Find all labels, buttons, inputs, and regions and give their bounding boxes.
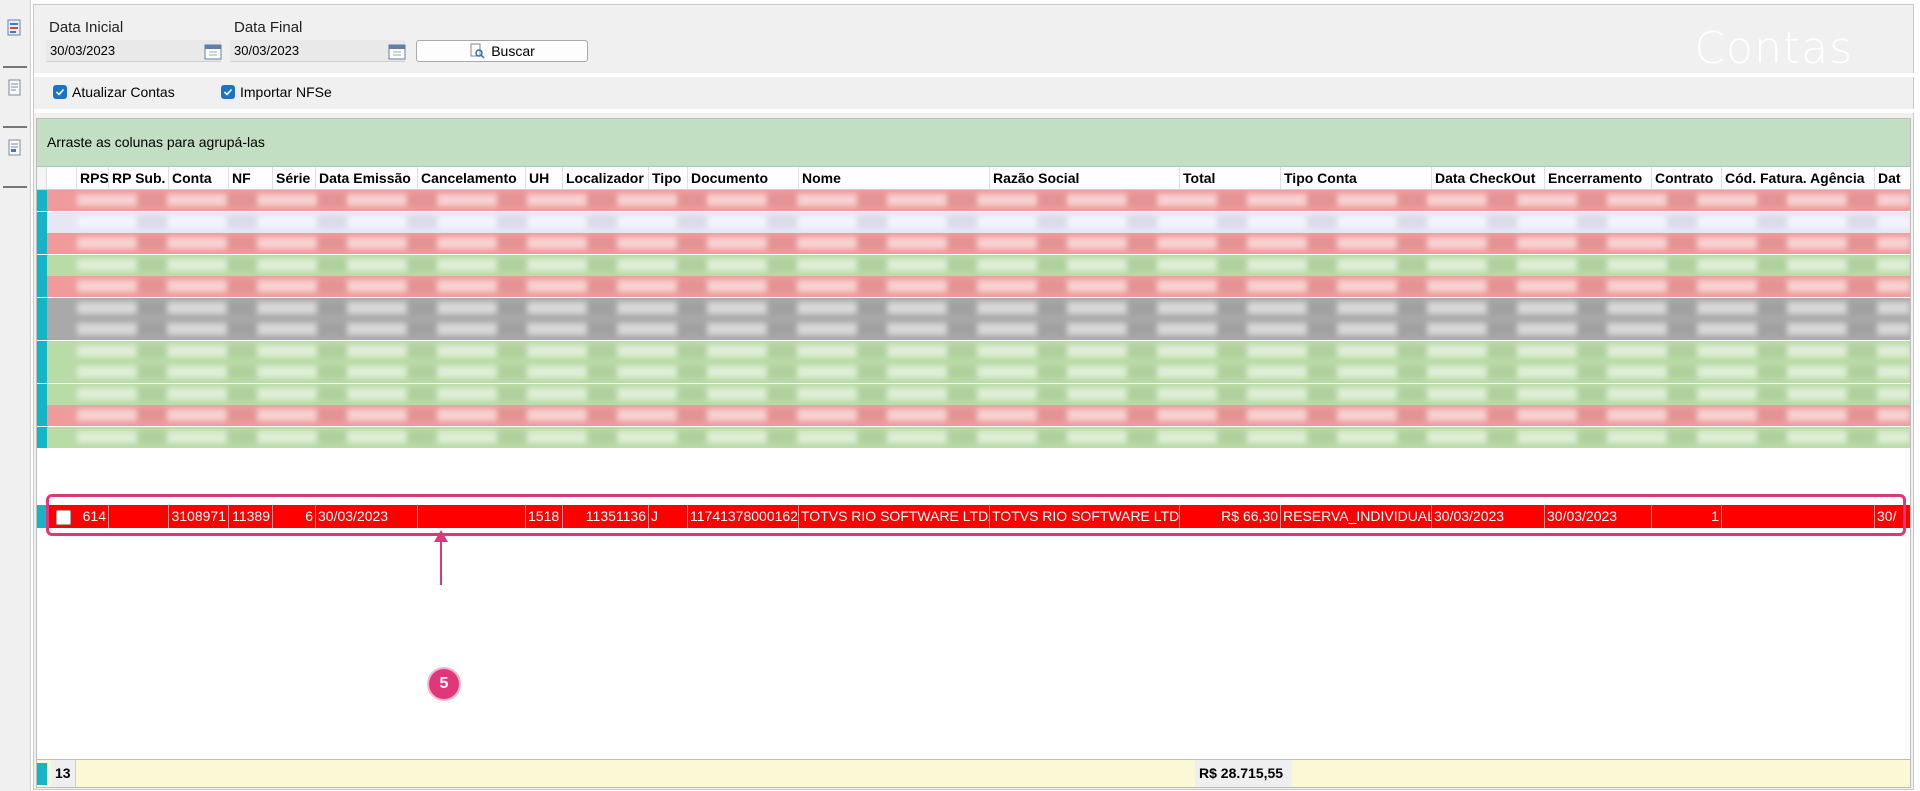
importar-nfse-checkbox[interactable]: Importar NFSe: [221, 84, 332, 100]
obscured-row-content: [77, 237, 1910, 249]
column-conta[interactable]: Conta: [169, 167, 229, 189]
column-dat[interactable]: Dat: [1875, 167, 1910, 189]
importar-nfse-label: Importar NFSe: [240, 84, 332, 100]
column-tipo[interactable]: Tipo: [649, 167, 688, 189]
table-row[interactable]: [37, 383, 1910, 405]
checkmark-icon: [53, 85, 67, 99]
obscured-row-content: [77, 409, 1910, 421]
row-indicator: [37, 405, 47, 426]
table-row[interactable]: [37, 233, 1910, 254]
row-indicator: [37, 233, 47, 254]
left-toolbar: [0, 0, 31, 791]
atualizar-contas-checkbox[interactable]: Atualizar Contas: [53, 84, 175, 100]
footer-indicator: [37, 763, 47, 785]
grid-footer: 13 R$ 28.715,55: [37, 759, 1910, 787]
table-row[interactable]: [37, 190, 1910, 211]
row-indicator: [37, 276, 47, 297]
table-row[interactable]: [37, 362, 1910, 383]
column-rp-sub[interactable]: RP Sub.: [109, 167, 169, 189]
data-inicial-label: Data Inicial: [49, 19, 124, 36]
table-row[interactable]: [37, 405, 1910, 426]
obscured-row-content: [77, 387, 1910, 400]
column-contrato[interactable]: Contrato: [1652, 167, 1722, 189]
row-indicator: [37, 340, 47, 362]
column-tipo-conta[interactable]: Tipo Conta: [1281, 167, 1432, 189]
column-data-checkout[interactable]: Data CheckOut: [1432, 167, 1545, 189]
contas-grid: Arraste as colunas para agrupá-las RPS R…: [36, 118, 1911, 788]
step-badge: 5: [427, 667, 461, 701]
obscured-row-content: [77, 323, 1910, 335]
table-row[interactable]: [37, 254, 1910, 276]
separator: [34, 109, 1915, 113]
toolbar-button-document[interactable]: [3, 72, 27, 128]
column-razao-social[interactable]: Razão Social: [990, 167, 1180, 189]
obscured-row-content: [77, 366, 1910, 378]
annotation-arrow-line: [440, 539, 442, 585]
data-inicial-input[interactable]: 30/03/2023: [46, 40, 221, 62]
column-rps[interactable]: RPS: [77, 167, 109, 189]
window-title: Contas: [1694, 23, 1853, 74]
column-nome[interactable]: Nome: [799, 167, 990, 189]
row-indicator: [37, 362, 47, 383]
table-row[interactable]: [37, 297, 1910, 319]
column-total[interactable]: Total: [1180, 167, 1281, 189]
column-encerramento[interactable]: Encerramento: [1545, 167, 1652, 189]
obscured-row-content: [77, 344, 1910, 357]
obscured-row-content: [77, 280, 1910, 292]
atualizar-contas-label: Atualizar Contas: [72, 84, 175, 100]
row-indicator: [37, 190, 47, 211]
grid-header: RPS RP Sub. Conta NF Série Data Emissão …: [37, 167, 1910, 190]
row-count: 13: [51, 760, 76, 787]
checkmark-icon: [221, 85, 235, 99]
obscured-row-content: [77, 301, 1910, 314]
row-indicator: [37, 254, 47, 276]
accounts-icon: [7, 19, 21, 36]
table-row[interactable]: [37, 319, 1910, 340]
document-icon: [8, 79, 21, 96]
column-serie[interactable]: Série: [273, 167, 316, 189]
separator: [34, 73, 1915, 77]
calendar-icon[interactable]: [204, 42, 222, 60]
column-uh[interactable]: UH: [526, 167, 563, 189]
table-row[interactable]: [37, 426, 1910, 448]
obscured-row-content: [77, 215, 1910, 228]
total-sum: R$ 28.715,55: [1195, 760, 1292, 787]
table-row[interactable]: [37, 340, 1910, 362]
data-final-label: Data Final: [234, 19, 303, 36]
column-cancelamento[interactable]: Cancelamento: [418, 167, 526, 189]
toolbar-button-accounts[interactable]: [3, 12, 27, 68]
column-documento[interactable]: Documento: [688, 167, 799, 189]
row-indicator: [37, 426, 47, 448]
buscar-button[interactable]: Buscar: [416, 40, 588, 62]
row-indicator: [37, 383, 47, 405]
data-final-input[interactable]: 30/03/2023: [230, 40, 405, 62]
row-indicator: [37, 297, 47, 319]
column-cod-fatura-agencia[interactable]: Cód. Fatura. Agência: [1722, 167, 1875, 189]
header-indicator: [37, 167, 47, 189]
row-highlight-annotation: [46, 494, 1906, 536]
obscured-row-content: [77, 430, 1910, 443]
table-row[interactable]: [37, 276, 1910, 297]
group-by-area[interactable]: Arraste as colunas para agrupá-las: [37, 119, 1910, 167]
header-select[interactable]: [47, 167, 77, 189]
row-indicator: [37, 319, 47, 340]
calendar-icon[interactable]: [388, 42, 406, 60]
buscar-label: Buscar: [491, 43, 535, 59]
obscured-row-content: [77, 258, 1910, 271]
contas-window: Contas Data Inicial 30/03/2023 Data Fina…: [33, 4, 1915, 790]
search-document-icon: [470, 43, 485, 59]
column-data-emissao[interactable]: Data Emissão: [316, 167, 418, 189]
obscured-row-content: [77, 194, 1910, 206]
toolbar-button-report[interactable]: [3, 132, 27, 188]
column-localizador[interactable]: Localizador: [563, 167, 649, 189]
column-nf[interactable]: NF: [229, 167, 273, 189]
row-indicator: [37, 211, 47, 233]
report-icon: [8, 139, 21, 156]
table-row[interactable]: [37, 211, 1910, 233]
